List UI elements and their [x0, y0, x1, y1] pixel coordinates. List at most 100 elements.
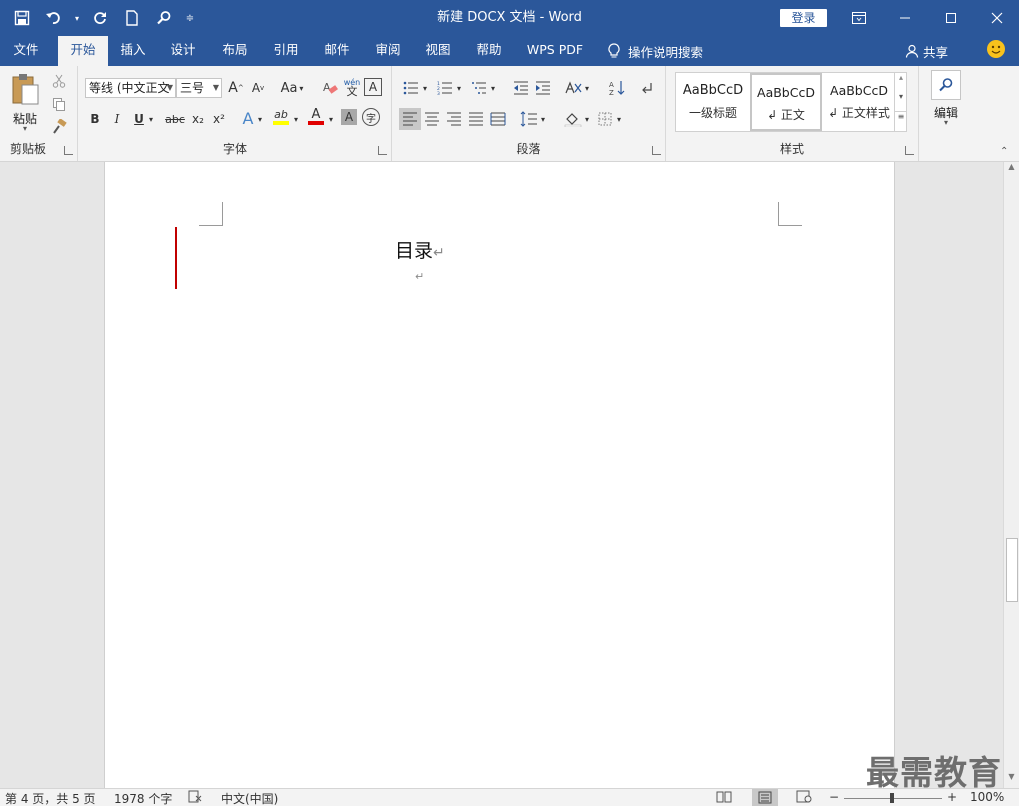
editing-button[interactable]: 编辑 ▾: [929, 70, 963, 132]
close-button[interactable]: [974, 0, 1019, 36]
styles-scroll-up[interactable]: ▴: [895, 73, 907, 92]
vertical-scrollbar[interactable]: ▲ ▼: [1003, 162, 1019, 788]
shading-dropdown[interactable]: ▾: [582, 108, 592, 130]
word-count[interactable]: 1978 个字: [114, 790, 172, 806]
web-layout-button[interactable]: [796, 790, 812, 806]
paste-dropdown[interactable]: ▾: [6, 124, 44, 133]
paste-button[interactable]: 粘贴 ▾: [6, 72, 44, 136]
justify-button[interactable]: [465, 108, 487, 130]
italic-button[interactable]: I: [106, 108, 128, 130]
tell-me-search[interactable]: 操作说明搜索: [608, 36, 703, 66]
text-effects-dropdown[interactable]: ▾: [255, 108, 265, 130]
tab-mailings[interactable]: 邮件: [314, 36, 360, 66]
highlight-dropdown[interactable]: ▾: [291, 108, 301, 130]
cut-button[interactable]: [48, 70, 70, 92]
font-size-combo[interactable]: 三号 ▼: [176, 78, 222, 98]
read-mode-button[interactable]: [716, 790, 732, 806]
share-button[interactable]: 共享: [905, 36, 948, 66]
collapse-ribbon-button[interactable]: ⌃: [1000, 146, 1008, 157]
tab-home[interactable]: 开始: [58, 36, 108, 66]
paragraph-launcher[interactable]: [652, 146, 661, 155]
minimize-button[interactable]: [882, 0, 928, 36]
tab-view[interactable]: 视图: [415, 36, 461, 66]
font-color-button[interactable]: A: [305, 106, 327, 128]
chinese-layout-button[interactable]: [562, 77, 584, 99]
tab-references[interactable]: 引用: [263, 36, 309, 66]
enclose-characters-button[interactable]: 字: [362, 108, 380, 126]
align-left-button[interactable]: [399, 108, 421, 130]
page-count[interactable]: 第 4 页，共 5 页: [5, 790, 96, 806]
character-border-button[interactable]: A: [364, 78, 382, 96]
increase-indent-button[interactable]: [532, 77, 554, 99]
customize-qat-dropdown[interactable]: ≑: [182, 6, 198, 30]
show-marks-button[interactable]: [636, 77, 658, 99]
tab-layout[interactable]: 布局: [212, 36, 258, 66]
borders-dropdown[interactable]: ▾: [614, 108, 624, 130]
shading-button[interactable]: [562, 108, 584, 130]
line-spacing-dropdown[interactable]: ▾: [538, 108, 548, 130]
font-name-combo[interactable]: 等线 (中文正文 ▼: [85, 78, 176, 98]
line-spacing-button[interactable]: [518, 108, 540, 130]
tab-file[interactable]: 文件: [0, 36, 52, 66]
feedback-smiley-icon[interactable]: [987, 40, 1005, 58]
numbering-dropdown[interactable]: ▾: [454, 77, 464, 99]
clipboard-launcher[interactable]: [64, 146, 73, 155]
redo-button[interactable]: [86, 6, 114, 30]
new-document-button[interactable]: [118, 6, 146, 30]
multilevel-dropdown[interactable]: ▾: [488, 77, 498, 99]
highlight-button[interactable]: ab: [270, 106, 292, 128]
phonetic-guide-button[interactable]: wén 文: [341, 76, 363, 98]
toc-heading[interactable]: 目录↵: [395, 236, 445, 263]
bullets-button[interactable]: [400, 77, 422, 99]
print-layout-button[interactable]: [752, 789, 778, 806]
tab-insert[interactable]: 插入: [110, 36, 156, 66]
undo-dropdown[interactable]: ▾: [72, 6, 82, 30]
tab-design[interactable]: 设计: [160, 36, 206, 66]
undo-button[interactable]: [40, 6, 68, 30]
numbering-button[interactable]: 123: [434, 77, 456, 99]
distributed-button[interactable]: [487, 108, 509, 130]
zoom-slider-thumb[interactable]: [890, 793, 894, 803]
multilevel-list-button[interactable]: [468, 77, 490, 99]
style-heading1[interactable]: AaBbCcD 一级标题: [677, 73, 749, 131]
tab-wps-pdf[interactable]: WPS PDF: [520, 36, 590, 66]
style-normal[interactable]: AaBbCcD ↲ 正文: [750, 73, 822, 131]
font-color-dropdown[interactable]: ▾: [326, 108, 336, 130]
save-button[interactable]: [8, 6, 36, 30]
styles-launcher[interactable]: [905, 146, 914, 155]
language[interactable]: 中文(中国): [221, 790, 278, 806]
zoom-in-button[interactable]: +: [947, 790, 957, 804]
maximize-button[interactable]: [928, 0, 974, 36]
zoom-level[interactable]: 100%: [970, 790, 1004, 804]
underline-dropdown[interactable]: ▾: [146, 108, 156, 130]
shrink-font-button[interactable]: Av: [247, 77, 269, 99]
styles-scroll-down[interactable]: ▾: [895, 92, 907, 111]
clear-formatting-button[interactable]: A: [319, 77, 341, 99]
document-page[interactable]: 目录↵ ↵: [104, 162, 895, 788]
format-painter-button[interactable]: [48, 116, 70, 138]
bold-button[interactable]: B: [84, 108, 106, 130]
grow-font-button[interactable]: A ^: [225, 77, 247, 99]
character-shading-button[interactable]: A: [341, 109, 357, 125]
styles-more-button[interactable]: ≡: [895, 111, 907, 130]
borders-button[interactable]: [594, 108, 616, 130]
scrollbar-thumb[interactable]: [1006, 538, 1018, 602]
font-launcher[interactable]: [378, 146, 387, 155]
sort-button[interactable]: AZ: [606, 77, 628, 99]
scroll-up-button[interactable]: ▲: [1004, 162, 1019, 176]
decrease-indent-button[interactable]: [510, 77, 532, 99]
superscript-button[interactable]: x²: [208, 108, 230, 130]
tab-help[interactable]: 帮助: [466, 36, 512, 66]
ribbon-display-options-button[interactable]: [836, 0, 882, 36]
change-case-button[interactable]: Aa ▾: [277, 77, 307, 99]
login-button[interactable]: 登录: [780, 9, 827, 27]
subscript-button[interactable]: x₂: [187, 108, 209, 130]
proofing-icon[interactable]: [188, 790, 202, 806]
zoom-out-button[interactable]: −: [829, 790, 839, 804]
copy-button[interactable]: [48, 93, 70, 115]
tab-review[interactable]: 审阅: [365, 36, 411, 66]
bullets-dropdown[interactable]: ▾: [420, 77, 430, 99]
align-right-button[interactable]: [443, 108, 465, 130]
strikethrough-button[interactable]: abc: [163, 108, 187, 130]
find-button[interactable]: [150, 6, 178, 30]
